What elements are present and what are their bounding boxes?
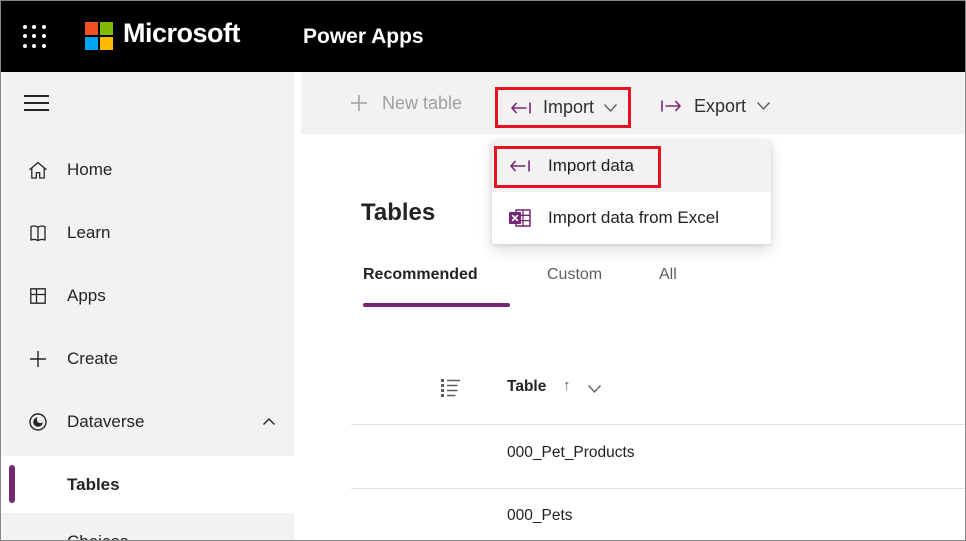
menu-item-label: Import data [548,156,634,175]
plus-icon [351,95,367,111]
selected-tab-indicator [363,303,510,307]
new-table-button[interactable]: New table [349,85,462,121]
import-arrow-icon [509,160,530,172]
page-title: Tables [361,199,436,226]
row-divider [351,424,965,425]
sidebar-item-label: Create [67,349,119,368]
import-dropdown-menu: Import data Import data from Excel [492,140,771,244]
sidebar-item-label: Home [67,160,113,179]
chevron-down-icon [604,103,618,112]
powerapps-window: Microsoft Power Apps Home Learn Apps Cre… [0,0,966,541]
tab-recommended[interactable]: Recommended [363,266,478,284]
sidebar-item-dataverse[interactable]: Dataverse [1,400,294,444]
chevron-down-icon[interactable] [587,384,602,394]
top-app-bar: Microsoft Power Apps [1,1,965,72]
plus-icon [30,351,46,367]
table-row[interactable]: 000_Pet_Products [507,444,635,462]
sort-ascending-icon[interactable]: ↑ [563,377,571,394]
menu-item-label: Import data from Excel [548,208,720,227]
sidebar-item-learn[interactable]: Learn [1,211,294,255]
sidebar-item-apps[interactable]: Apps [1,274,294,318]
chevron-down-icon [757,102,771,111]
home-icon [29,161,47,179]
selected-item-indicator [9,465,15,503]
export-button[interactable]: Export [658,88,771,124]
import-button[interactable]: Import [495,87,632,128]
app-launcher-icon[interactable] [23,25,46,48]
table-row[interactable]: 000_Pets [507,507,573,525]
sidebar-item-create[interactable]: Create [1,337,294,381]
microsoft-wordmark: Microsoft [123,18,241,48]
tab-all[interactable]: All [659,266,677,284]
sidebar-item-label: Learn [67,223,111,242]
apps-grid-icon [30,288,46,304]
sidebar-item-label: Dataverse [67,412,145,431]
excel-icon [509,209,531,227]
table-column-header[interactable]: Table [507,378,546,396]
export-arrow-icon [661,100,682,112]
sidebar-item-tables[interactable]: Tables [1,456,301,513]
export-label: Export [694,95,747,116]
import-label: Import [543,97,595,117]
sidebar-item-choices[interactable]: Choices [67,532,128,540]
list-columns-icon[interactable] [439,376,462,399]
sidebar-item-label: Apps [67,286,106,305]
tab-custom[interactable]: Custom [547,266,602,284]
import-arrow-icon [510,101,531,114]
book-icon [30,225,46,242]
sidebar-item-label: Tables [67,474,120,494]
sidebar-item-home[interactable]: Home [1,148,294,192]
new-table-label: New table [382,92,463,113]
menu-item-import-data-from-excel[interactable]: Import data from Excel [492,192,771,244]
chevron-up-icon[interactable] [261,415,277,429]
menu-item-import-data[interactable]: Import data [492,140,771,192]
product-name[interactable]: Power Apps [303,25,424,49]
microsoft-logo [85,22,113,50]
hamburger-icon[interactable] [24,95,49,116]
row-divider [351,488,965,489]
dataverse-swirl-icon [29,413,47,431]
